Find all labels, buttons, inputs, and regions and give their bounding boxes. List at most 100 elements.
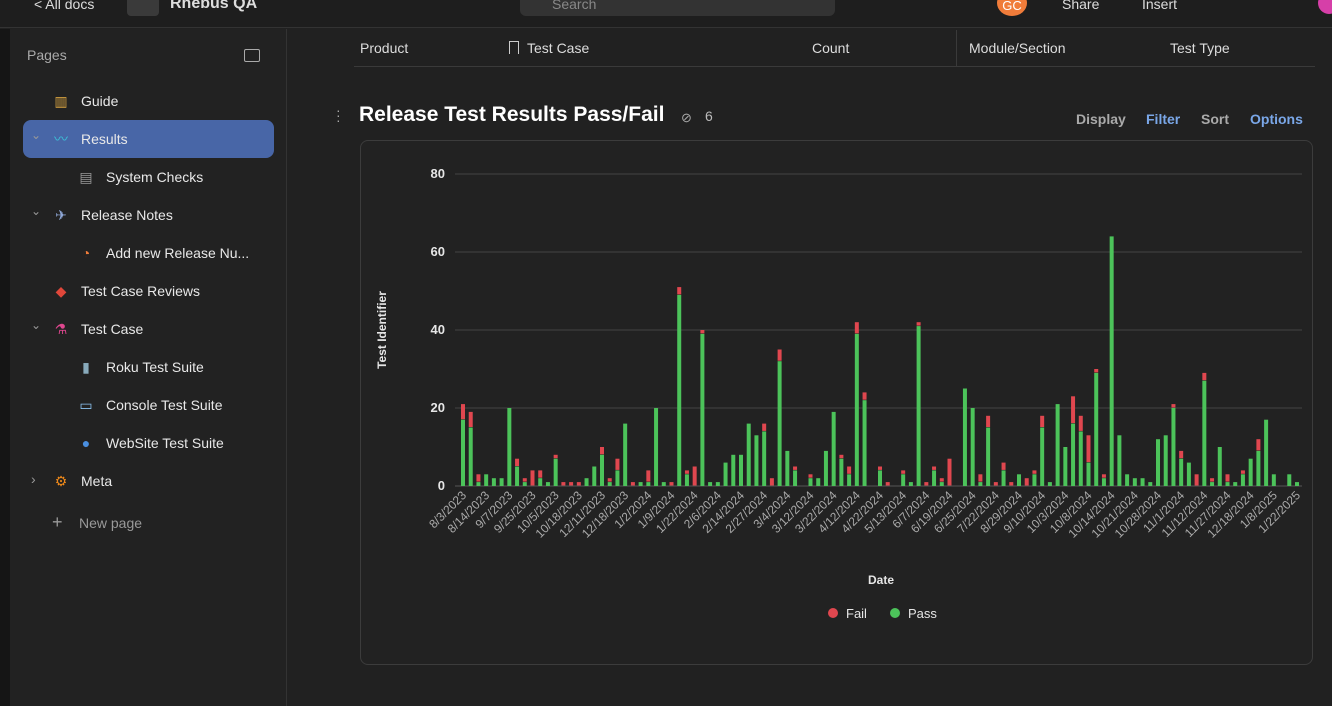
y-tick-label: 80 xyxy=(431,166,445,181)
bar-fail xyxy=(993,482,998,486)
bar-fail xyxy=(468,411,473,427)
bar-fail xyxy=(1001,462,1006,470)
bar-pass xyxy=(1101,478,1106,486)
bar-fail xyxy=(476,474,481,482)
bar-pass xyxy=(553,458,558,486)
bar-fail xyxy=(515,458,520,466)
bar-pass xyxy=(854,333,859,486)
bar-pass xyxy=(507,408,512,486)
bar-pass xyxy=(901,474,906,486)
bar-pass xyxy=(878,470,882,486)
bar-fail xyxy=(854,322,859,334)
bar-pass xyxy=(684,474,689,486)
bar-pass xyxy=(986,427,991,486)
bar-fail xyxy=(1009,482,1014,486)
y-tick-label: 20 xyxy=(431,400,445,415)
bar-pass xyxy=(1248,458,1253,486)
bar-pass xyxy=(545,482,550,486)
bar-fail xyxy=(847,466,852,474)
bar-pass xyxy=(1140,478,1145,486)
y-tick-label: 0 xyxy=(438,478,445,493)
bar-fail xyxy=(947,458,952,486)
bar-pass xyxy=(1125,474,1130,486)
bar-pass xyxy=(607,482,612,486)
bar-fail xyxy=(839,454,844,459)
bar-pass xyxy=(615,470,620,486)
bar-pass xyxy=(1109,236,1114,486)
x-axis-label: Date xyxy=(868,573,894,587)
bar-fail xyxy=(1024,478,1029,486)
bar-pass xyxy=(831,411,836,486)
bar-pass xyxy=(708,482,713,486)
bar-pass xyxy=(847,474,852,486)
bar-fail xyxy=(885,482,890,486)
bar-pass xyxy=(476,482,481,486)
legend-fail-marker xyxy=(828,608,838,618)
bar-fail xyxy=(561,482,566,486)
bar-fail xyxy=(538,470,543,478)
bar-pass xyxy=(538,478,543,486)
bar-fail xyxy=(1225,474,1230,482)
y-tick-label: 40 xyxy=(431,322,445,337)
bar-pass xyxy=(484,474,489,486)
bar-fail xyxy=(762,423,767,431)
bar-pass xyxy=(623,423,628,486)
bar-pass xyxy=(962,388,967,486)
bar-fail xyxy=(1094,369,1099,373)
bar-pass xyxy=(1078,431,1083,486)
bar-fail xyxy=(1032,470,1037,474)
bar-pass xyxy=(461,419,465,486)
bar-pass xyxy=(754,435,759,486)
bar-fail xyxy=(522,478,527,482)
bar-pass xyxy=(1055,404,1060,486)
bar-pass xyxy=(1295,482,1299,486)
bar-fail xyxy=(1171,404,1176,408)
bar-pass xyxy=(939,482,944,486)
bar-pass xyxy=(1225,482,1230,486)
bar-pass xyxy=(932,470,937,486)
bar-pass xyxy=(1040,427,1045,486)
bar-pass xyxy=(823,450,828,486)
legend-fail-label: Fail xyxy=(846,606,867,621)
bar-pass xyxy=(1186,462,1191,486)
bar-fail xyxy=(1078,415,1083,431)
bar-pass xyxy=(1001,470,1006,486)
bar-fail xyxy=(1256,439,1261,451)
stacked-bar-chart: 0204060808/3/20238/14/20239/7/20239/25/2… xyxy=(375,166,1303,621)
bar-pass xyxy=(1202,380,1207,486)
legend-pass-marker xyxy=(890,608,900,618)
bar-pass xyxy=(1017,474,1021,486)
bar-pass xyxy=(793,470,798,486)
bar-pass xyxy=(1210,482,1215,486)
bar-fail xyxy=(530,470,535,486)
bar-fail xyxy=(793,466,798,470)
bar-pass xyxy=(908,482,913,486)
bar-pass xyxy=(1217,447,1222,486)
y-tick-label: 60 xyxy=(431,244,445,259)
bar-pass xyxy=(762,431,767,486)
bar-pass xyxy=(499,478,504,486)
bar-pass xyxy=(731,454,736,486)
bar-pass xyxy=(777,361,782,486)
bar-pass xyxy=(1094,372,1099,486)
bar-fail xyxy=(1194,474,1199,486)
bar-fail xyxy=(615,458,620,470)
bar-pass xyxy=(808,478,813,486)
bar-fail xyxy=(978,474,983,482)
bar-pass xyxy=(1086,462,1091,486)
bar-pass xyxy=(1271,474,1276,486)
bar-fail xyxy=(700,330,705,334)
bar-pass xyxy=(916,326,921,486)
bar-pass xyxy=(862,400,867,486)
bar-pass xyxy=(746,423,751,486)
bar-pass xyxy=(816,478,821,486)
bar-fail xyxy=(569,482,574,486)
bar-pass xyxy=(1233,482,1238,486)
bar-pass xyxy=(1132,478,1137,486)
bar-fail xyxy=(932,466,937,470)
bar-pass xyxy=(592,466,597,486)
bar-pass xyxy=(970,408,975,486)
bar-fail xyxy=(769,478,774,486)
bar-fail xyxy=(646,470,651,482)
bar-pass xyxy=(1063,447,1068,486)
